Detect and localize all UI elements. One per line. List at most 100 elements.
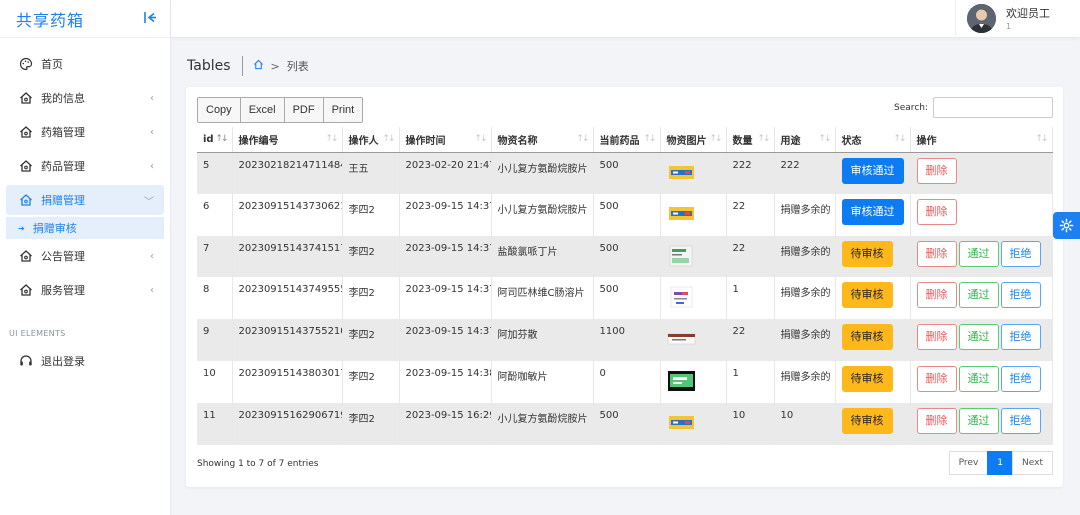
table-row: 7 20230915143741517 李四2 2023-09-15 14:37 盐酸氯… <box>197 235 1053 278</box>
user-sub: 1 <box>1006 22 1012 31</box>
column-label: 用途 <box>780 135 801 147</box>
copy-button[interactable]: Copy <box>197 97 241 123</box>
logout-item[interactable]: 退出登录 <box>0 344 170 378</box>
print-button[interactable]: Print <box>322 97 364 123</box>
section-label: UI ELEMENTS <box>9 329 66 338</box>
excel-button[interactable]: Excel <box>239 97 285 123</box>
chevron-icon: ‹ <box>150 250 154 262</box>
cell-time: 2023-09-15 16:29 <box>399 402 492 445</box>
chevron-icon: ‹ <box>150 92 154 104</box>
status-button[interactable]: 待审核 <box>841 240 893 267</box>
cell-id: 5 <box>197 152 233 194</box>
approve-button[interactable]: 通过 <box>958 407 999 434</box>
delete-button[interactable]: 删除 <box>916 240 957 267</box>
sidebar-item-2[interactable]: 药箱管理 ‹ <box>0 115 170 149</box>
settings-gear-icon[interactable] <box>1053 212 1080 239</box>
medicine-image[interactable] <box>667 368 720 394</box>
reject-button[interactable]: 拒绝 <box>1000 365 1041 392</box>
cell-image <box>660 152 727 194</box>
export-buttons: Copy Excel PDF Print <box>197 97 364 123</box>
cell-actions: 删除 通过 拒绝 <box>910 235 1053 278</box>
delete-button[interactable]: 删除 <box>916 407 957 434</box>
reject-button[interactable]: 拒绝 <box>1000 324 1041 351</box>
column-header[interactable]: 操作人 ↑↓ <box>342 127 400 153</box>
column-header[interactable]: id ↑↓ <box>197 127 233 153</box>
table-row: 10 20230915143803017 李四2 2023-09-15 14:38 阿酚… <box>197 360 1053 403</box>
column-header[interactable]: 物资图片 ↑↓ <box>660 127 727 153</box>
cell-qty: 1 <box>726 277 775 320</box>
sort-icon: ↑↓ <box>757 134 770 144</box>
reject-button[interactable]: 拒绝 <box>1000 407 1041 434</box>
next-page-button[interactable]: Next <box>1012 451 1053 475</box>
cell-operator: 李四2 <box>342 402 400 445</box>
column-header[interactable]: 操作编号 ↑↓ <box>232 127 343 153</box>
page-1-button[interactable]: 1 <box>987 451 1014 475</box>
avatar <box>967 4 996 33</box>
medicine-image[interactable] <box>667 160 720 186</box>
cell-purpose: 捐赠多余的 <box>774 277 836 320</box>
home-icon[interactable] <box>253 59 264 73</box>
reject-button[interactable]: 拒绝 <box>1000 240 1041 267</box>
cell-status: 待审核 <box>835 402 911 445</box>
sidebar-item-1[interactable]: 我的信息 ‹ <box>0 81 170 115</box>
status-button[interactable]: 待审核 <box>841 407 893 434</box>
sidebar-item-4[interactable]: 捐赠管理 ﹀ <box>6 185 164 215</box>
sidebar-item-3[interactable]: 药品管理 ‹ <box>0 149 170 183</box>
column-header[interactable]: 状态 ↑↓ <box>835 127 911 153</box>
medicine-image[interactable] <box>667 284 720 310</box>
medicine-image[interactable] <box>667 410 720 436</box>
cell-purpose: 捐赠多余的 <box>774 193 836 236</box>
collapse-sidebar-icon[interactable] <box>144 11 156 26</box>
delete-button[interactable]: 删除 <box>916 157 957 184</box>
reject-button[interactable]: 拒绝 <box>1000 282 1041 309</box>
cell-operator: 李四2 <box>342 277 400 320</box>
approve-button[interactable]: 通过 <box>958 324 999 351</box>
column-header[interactable]: 当前药品 ↑↓ <box>593 127 661 153</box>
column-header[interactable]: 操作时间 ↑↓ <box>399 127 492 153</box>
cell-time: 2023-02-20 21:47 <box>399 152 492 194</box>
sort-icon: ↑↓ <box>474 134 487 144</box>
delete-button[interactable]: 删除 <box>916 365 957 392</box>
user-menu[interactable]: 欢迎员工 1 <box>955 0 1080 38</box>
sort-icon: ↑↓ <box>325 134 338 144</box>
pdf-button[interactable]: PDF <box>283 97 324 123</box>
sidebar-item-6[interactable]: 服务管理 ‹ <box>0 273 170 307</box>
status-button[interactable]: 审核通过 <box>841 157 904 184</box>
cell-id: 7 <box>197 235 233 278</box>
medicine-image[interactable] <box>667 243 720 269</box>
data-table: id ↑↓ 操作编号 ↑↓ 操作人 ↑↓ 操作时间 ↑↓ 物资名称 ↑↓ 当前药品 ↑↓ 物资图片 ↑↓ 数… <box>197 127 1053 445</box>
status-button[interactable]: 待审核 <box>841 282 893 309</box>
search-input[interactable] <box>933 97 1053 118</box>
cell-name: 阿加芬散 <box>491 319 594 361</box>
status-button[interactable]: 待审核 <box>841 324 893 351</box>
column-header[interactable]: 物资名称 ↑↓ <box>491 127 594 153</box>
delete-button[interactable]: 删除 <box>916 198 957 225</box>
home-icon <box>18 248 34 264</box>
sidebar-subitem-donation-review[interactable]: ➔ 捐赠审核 <box>6 217 164 239</box>
approve-button[interactable]: 通过 <box>958 365 999 392</box>
column-label: id <box>203 133 214 145</box>
delete-button[interactable]: 删除 <box>916 324 957 351</box>
status-button[interactable]: 待审核 <box>841 365 893 392</box>
cell-current: 1100 <box>593 319 661 361</box>
column-header[interactable]: 数量 ↑↓ <box>726 127 775 153</box>
medicine-image[interactable] <box>667 326 720 352</box>
column-header[interactable]: 用途 ↑↓ <box>774 127 836 153</box>
sidebar-item-5[interactable]: 公告管理 ‹ <box>0 239 170 273</box>
approve-button[interactable]: 通过 <box>958 282 999 309</box>
cell-image <box>660 360 727 403</box>
chevron-right-icon: > <box>270 59 280 73</box>
prev-page-button[interactable]: Prev <box>948 451 989 475</box>
cell-current: 0 <box>593 360 661 403</box>
approve-button[interactable]: 通过 <box>958 240 999 267</box>
page-header: Tables > 列表 <box>187 56 309 76</box>
column-header[interactable]: 操作 ↑↓ <box>910 127 1053 153</box>
cell-name: 阿司匹林维C肠溶片 <box>491 277 594 320</box>
delete-button[interactable]: 删除 <box>916 282 957 309</box>
cell-qty: 22 <box>726 193 775 236</box>
sidebar-item-0[interactable]: 首页 <box>0 47 170 81</box>
cell-time: 2023-09-15 14:38 <box>399 360 492 403</box>
status-button[interactable]: 审核通过 <box>841 198 904 225</box>
cell-image <box>660 319 727 361</box>
medicine-image[interactable] <box>667 201 720 227</box>
